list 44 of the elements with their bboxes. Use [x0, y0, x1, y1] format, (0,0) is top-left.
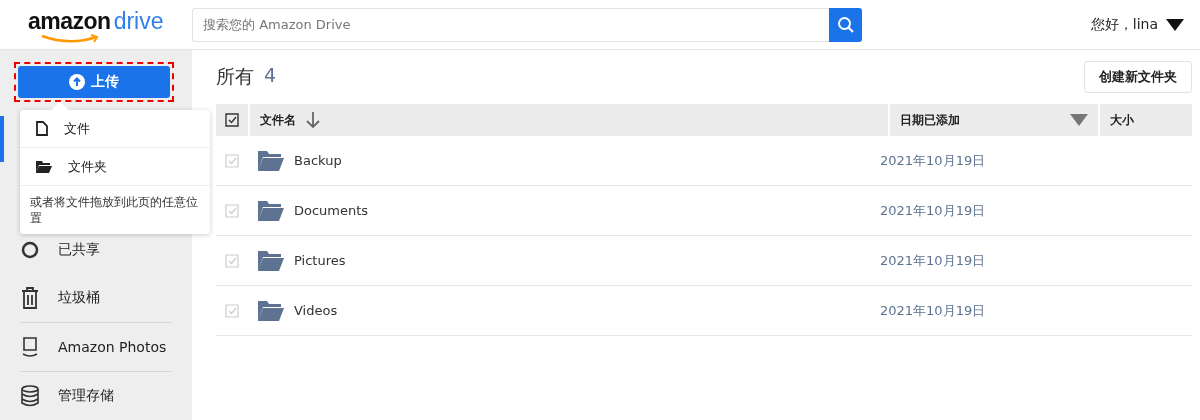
new-folder-button[interactable]: 创建新文件夹	[1084, 61, 1192, 93]
database-icon	[20, 385, 40, 407]
select-all-checkbox[interactable]	[225, 113, 239, 127]
sort-arrow-icon[interactable]	[306, 111, 320, 129]
row-checkbox[interactable]	[225, 303, 239, 318]
page-title: 所有	[216, 64, 254, 89]
file-name[interactable]: Pictures	[294, 253, 346, 268]
sidebar-item[interactable]: 垃圾桶	[20, 274, 172, 322]
sidebar-item[interactable]: 已共享	[20, 226, 172, 274]
folder-icon	[258, 250, 284, 271]
share-icon	[20, 240, 40, 260]
column-header[interactable]: 文件名	[260, 111, 296, 129]
date-added: 2021年10月19日	[880, 201, 986, 220]
monitor-icon	[20, 336, 40, 358]
file-name[interactable]: Videos	[294, 303, 338, 318]
date-added: 2021年10月19日	[880, 301, 986, 320]
search-field[interactable]: 搜索您的 Amazon Drive	[192, 7, 829, 42]
user-greeting[interactable]: 您好，lina	[1090, 15, 1158, 34]
menu-item[interactable]: 文件	[20, 110, 210, 148]
folder-icon	[36, 160, 52, 173]
folder-icon	[258, 150, 284, 171]
column-header[interactable]: 大小	[1110, 111, 1134, 129]
folder-icon	[258, 300, 284, 321]
trash-icon	[20, 287, 40, 309]
file-name[interactable]: Documents	[294, 203, 369, 218]
column-header[interactable]: 日期已添加	[900, 111, 960, 129]
row-checkbox[interactable]	[225, 253, 239, 268]
folder-icon	[258, 200, 284, 221]
file-name[interactable]: Backup	[294, 153, 342, 168]
search-button[interactable]	[829, 7, 862, 42]
date-added: 2021年10月19日	[880, 151, 986, 170]
search-icon	[836, 15, 855, 34]
row-checkbox[interactable]	[225, 153, 239, 168]
date-added: 2021年10月19日	[880, 251, 986, 270]
file-icon	[36, 121, 48, 136]
sidebar-item[interactable]: Amazon Photos	[20, 323, 172, 371]
item-count: 4	[264, 64, 277, 88]
menu-item[interactable]: 文件夹	[20, 148, 210, 186]
sidebar-item[interactable]: 管理存储	[20, 372, 172, 420]
dropdown-icon[interactable]	[1166, 18, 1184, 31]
upload-button[interactable]: 上传	[18, 66, 170, 98]
drop-hint: 或者将文件拖放到此页的任意位置	[29, 194, 199, 227]
upload-icon	[69, 74, 85, 90]
row-checkbox[interactable]	[225, 203, 239, 218]
